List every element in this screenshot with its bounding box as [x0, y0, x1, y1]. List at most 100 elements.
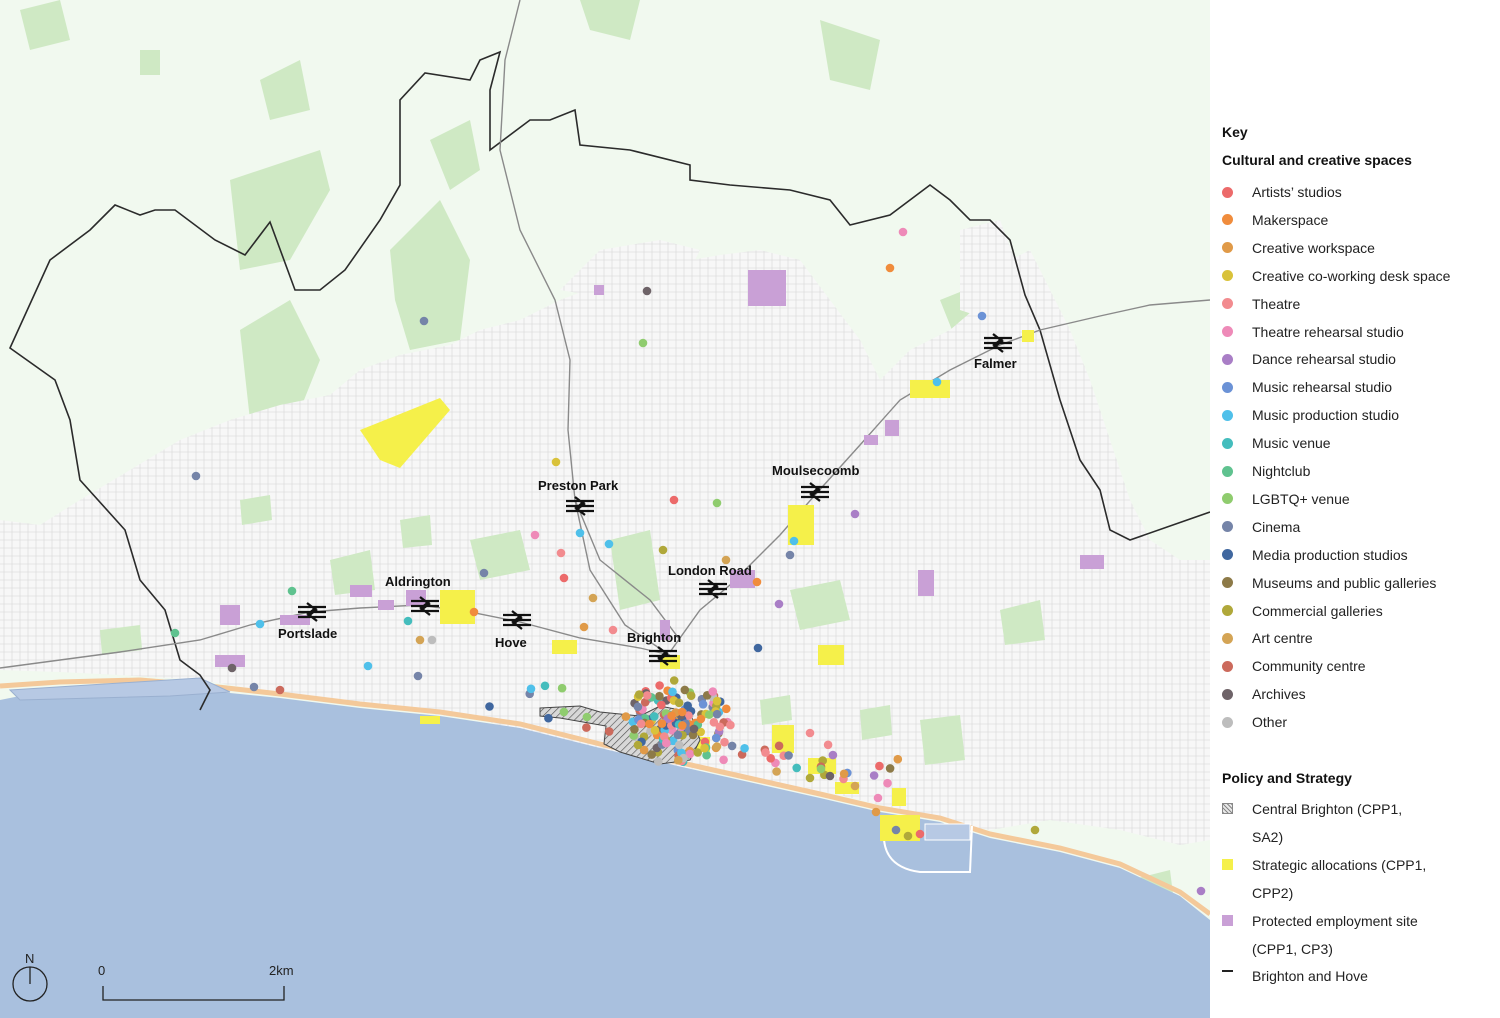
cultural-space-marker[interactable] — [673, 730, 683, 740]
cultural-space-marker[interactable] — [526, 684, 536, 694]
cultural-space-marker[interactable] — [871, 807, 881, 817]
cultural-space-marker[interactable] — [287, 586, 297, 596]
cultural-space-marker[interactable] — [275, 685, 285, 695]
cultural-space-marker[interactable] — [479, 568, 489, 578]
cultural-space-marker[interactable] — [657, 719, 667, 728]
cultural-space-marker[interactable] — [883, 778, 892, 788]
cultural-space-marker[interactable] — [415, 635, 425, 645]
cultural-space-marker[interactable] — [677, 707, 687, 717]
cultural-space-marker[interactable] — [850, 509, 860, 519]
cultural-space-marker[interactable] — [700, 743, 709, 753]
cultural-space-marker[interactable] — [634, 690, 644, 699]
cultural-space-marker[interactable] — [621, 712, 631, 721]
cultural-space-marker[interactable] — [485, 702, 494, 711]
cultural-space-marker[interactable] — [789, 536, 799, 546]
cultural-space-marker[interactable] — [170, 628, 180, 638]
cultural-space-marker[interactable] — [530, 530, 540, 540]
cultural-space-marker[interactable] — [582, 712, 592, 722]
cultural-space-marker[interactable] — [784, 751, 793, 760]
cultural-space-marker[interactable] — [645, 719, 654, 729]
cultural-space-marker[interactable] — [579, 622, 589, 632]
cultural-space-marker[interactable] — [575, 528, 585, 538]
cultural-space-marker[interactable] — [427, 635, 437, 645]
cultural-space-marker[interactable] — [772, 767, 781, 776]
cultural-space-marker[interactable] — [696, 714, 706, 724]
cultural-space-marker[interactable] — [643, 691, 652, 700]
cultural-space-marker[interactable] — [839, 769, 849, 779]
cultural-space-marker[interactable] — [630, 725, 639, 734]
cultural-space-marker[interactable] — [873, 793, 883, 803]
cultural-space-marker[interactable] — [698, 700, 708, 709]
cultural-space-marker[interactable] — [875, 761, 884, 771]
cultural-space-marker[interactable] — [638, 338, 648, 348]
cultural-space-marker[interactable] — [727, 741, 737, 751]
cultural-space-marker[interactable] — [678, 721, 687, 730]
cultural-space-marker[interactable] — [669, 676, 679, 685]
cultural-space-marker[interactable] — [805, 773, 815, 783]
cultural-space-marker[interactable] — [657, 700, 666, 710]
cultural-space-marker[interactable] — [792, 763, 801, 773]
cultural-space-marker[interactable] — [557, 683, 567, 693]
cultural-space-marker[interactable] — [227, 663, 237, 673]
cultural-space-marker[interactable] — [932, 377, 942, 387]
cultural-space-marker[interactable] — [655, 691, 664, 701]
cultural-space-marker[interactable] — [363, 661, 373, 671]
cultural-space-marker[interactable] — [667, 711, 676, 720]
cultural-space-marker[interactable] — [658, 545, 668, 555]
cultural-space-marker[interactable] — [559, 573, 569, 583]
cultural-space-marker[interactable] — [869, 771, 879, 780]
cultural-space-marker[interactable] — [647, 750, 656, 759]
cultural-space-marker[interactable] — [559, 707, 569, 717]
cultural-space-marker[interactable] — [915, 829, 925, 839]
cultural-space-marker[interactable] — [885, 764, 895, 773]
cultural-space-marker[interactable] — [977, 311, 987, 321]
cultural-space-marker[interactable] — [774, 599, 784, 609]
cultural-space-marker[interactable] — [662, 738, 671, 748]
cultural-space-marker[interactable] — [711, 733, 721, 743]
cultural-space-marker[interactable] — [654, 757, 663, 766]
cultural-space-marker[interactable] — [633, 740, 643, 750]
cultural-space-marker[interactable] — [828, 750, 838, 760]
cultural-space-marker[interactable] — [712, 696, 722, 706]
cultural-space-marker[interactable] — [891, 825, 901, 835]
cultural-space-marker[interactable] — [805, 728, 815, 738]
cultural-space-marker[interactable] — [712, 742, 722, 751]
cultural-space-marker[interactable] — [774, 741, 784, 751]
cultural-space-marker[interactable] — [413, 671, 423, 681]
cultural-space-marker[interactable] — [588, 593, 598, 603]
cultural-space-marker[interactable] — [1196, 886, 1206, 896]
cultural-space-marker[interactable] — [544, 713, 553, 723]
cultural-space-marker[interactable] — [705, 710, 714, 719]
cultural-space-marker[interactable] — [674, 755, 683, 765]
cultural-space-marker[interactable] — [816, 764, 826, 774]
cultural-space-marker[interactable] — [604, 727, 614, 736]
cultural-space-marker[interactable] — [669, 495, 679, 505]
cultural-space-marker[interactable] — [636, 719, 646, 729]
cultural-space-marker[interactable] — [903, 831, 913, 841]
cultural-space-marker[interactable] — [556, 548, 566, 558]
map[interactable]: Portslade Aldrington Hove Preston Park B… — [0, 0, 1210, 1018]
cultural-space-marker[interactable] — [726, 720, 735, 730]
cultural-space-marker[interactable] — [825, 771, 835, 781]
cultural-space-marker[interactable] — [633, 702, 643, 712]
cultural-space-marker[interactable] — [722, 704, 731, 714]
cultural-space-marker[interactable] — [720, 737, 729, 747]
cultural-space-marker[interactable] — [608, 625, 618, 635]
cultural-space-marker[interactable] — [761, 748, 770, 757]
cultural-space-marker[interactable] — [752, 577, 762, 587]
cultural-space-marker[interactable] — [655, 681, 664, 690]
cultural-space-marker[interactable] — [712, 498, 722, 508]
cultural-space-marker[interactable] — [582, 723, 591, 732]
cultural-space-marker[interactable] — [850, 781, 860, 791]
cultural-space-marker[interactable] — [893, 754, 903, 764]
cultural-space-marker[interactable] — [708, 687, 718, 696]
cultural-space-marker[interactable] — [540, 681, 550, 691]
cultural-space-marker[interactable] — [249, 682, 259, 692]
cultural-space-marker[interactable] — [1030, 825, 1040, 835]
cultural-space-marker[interactable] — [715, 722, 725, 732]
cultural-space-marker[interactable] — [419, 316, 429, 326]
cultural-space-marker[interactable] — [753, 643, 763, 653]
cultural-space-marker[interactable] — [686, 691, 696, 700]
cultural-space-marker[interactable] — [191, 471, 201, 481]
cultural-space-marker[interactable] — [712, 709, 722, 719]
